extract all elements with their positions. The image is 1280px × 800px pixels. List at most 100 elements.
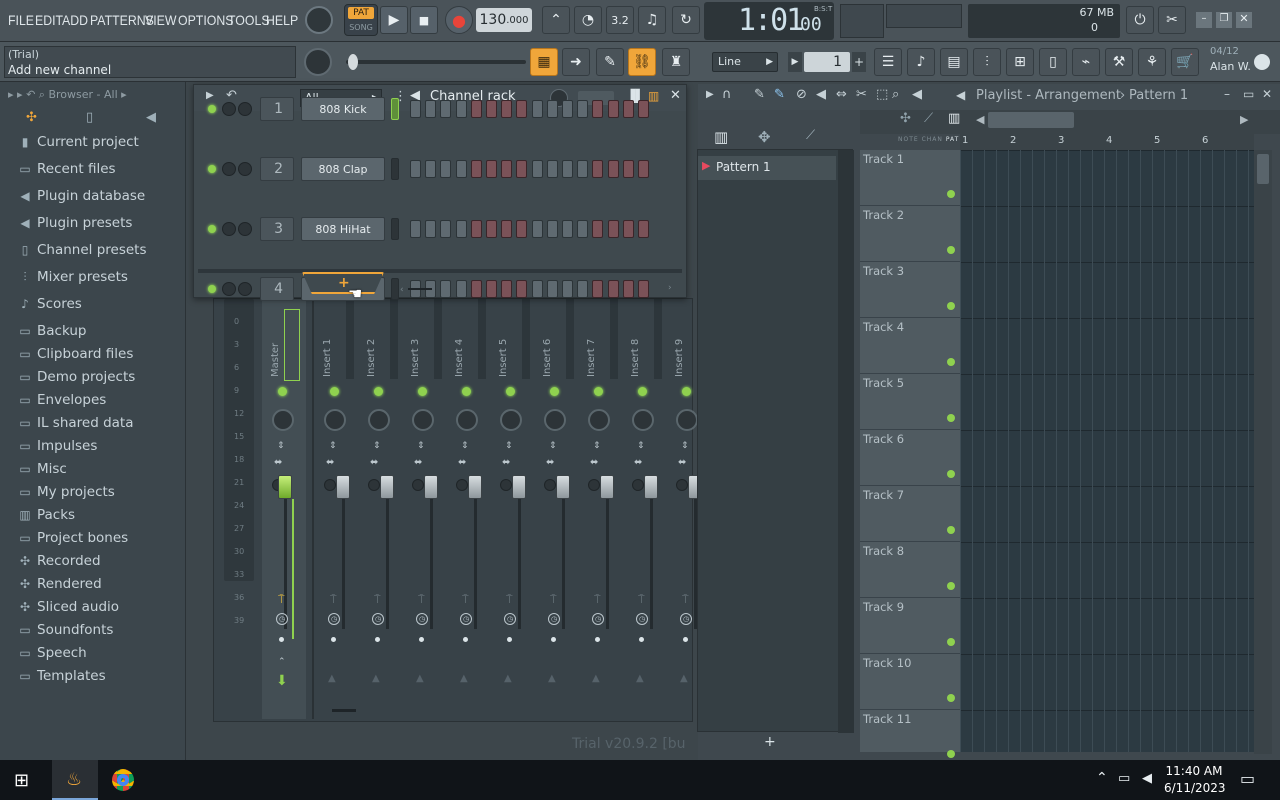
channel-select-indicator[interactable] (391, 158, 399, 180)
strip-pan-knob[interactable] (500, 409, 522, 431)
browser-item[interactable]: ✣ Sliced audio (18, 599, 119, 615)
step-button[interactable] (577, 100, 589, 118)
strip-dot[interactable] (375, 637, 380, 642)
swap-icon[interactable]: ⬌ (458, 457, 466, 468)
browser-item[interactable]: ▭ Misc (18, 461, 67, 477)
browser-item[interactable]: ▮ Current project (18, 134, 139, 150)
menu-options[interactable]: OPTIONS (178, 12, 233, 28)
arrow-down-icon[interactable]: ⬇ (276, 673, 288, 689)
tab-note[interactable]: NOTE (898, 136, 919, 143)
network-icon[interactable]: ▭ (1118, 771, 1130, 786)
channel-name-button[interactable]: 808 HiHat (301, 217, 385, 241)
channel-pan-knob[interactable] (238, 282, 252, 296)
step-button[interactable] (577, 220, 589, 238)
step-button[interactable] (486, 160, 497, 178)
stereo-sep-icon[interactable]: ⇕ (373, 441, 381, 451)
clock-icon[interactable]: ◷ (548, 613, 560, 625)
route-icon[interactable]: ⍑ (330, 593, 337, 607)
route-icon[interactable]: ⍑ (506, 593, 513, 607)
step-button[interactable] (425, 220, 437, 238)
track-header[interactable]: Track 3 (860, 262, 960, 318)
browser-item[interactable]: ✣ Rendered (18, 576, 102, 592)
route-icon[interactable]: ⍑ (462, 593, 469, 607)
track-header[interactable]: Track 4 (860, 318, 960, 374)
step-button[interactable] (638, 160, 649, 178)
countdown-button[interactable]: 3.2 (606, 6, 634, 34)
playlist-v-scrollbar[interactable] (1254, 150, 1272, 754)
channel-number[interactable]: 4 (260, 277, 294, 301)
track-enable-led[interactable] (947, 750, 955, 758)
paint-icon[interactable]: ✎ (774, 87, 785, 102)
step-button[interactable] (638, 280, 649, 298)
stereo-sep-icon[interactable]: ⇕ (549, 441, 557, 451)
channel-mute-led[interactable] (208, 285, 216, 293)
route-icon[interactable]: ⍑ (374, 593, 381, 607)
step-button[interactable] (546, 160, 558, 178)
browser-item[interactable]: ▯ Channel presets (18, 242, 147, 258)
volume-fader[interactable] (468, 475, 482, 499)
menu-add[interactable]: ADD (62, 12, 88, 28)
strip-enable-led[interactable] (682, 387, 691, 396)
strip-enable-led[interactable] (278, 387, 287, 396)
step-button[interactable] (516, 220, 528, 238)
step-button[interactable] (638, 220, 649, 238)
swap-icon[interactable]: ⬌ (634, 457, 642, 468)
browser-item[interactable]: ▭ Backup (18, 323, 86, 339)
back-icon[interactable]: ↶ (26, 88, 35, 101)
browser-item[interactable]: ▭ Impulses (18, 438, 97, 454)
rack-horizontal-scroll[interactable] (408, 288, 432, 290)
track-enable-led[interactable] (947, 582, 955, 590)
snap-forward-button[interactable]: ➜ (562, 48, 590, 76)
close-icon[interactable]: ✕ (1262, 87, 1272, 101)
menu-tools[interactable]: TOOLS (228, 12, 270, 28)
swap-icon[interactable]: ⬌ (502, 457, 510, 468)
volume-fader[interactable] (336, 475, 350, 499)
position-handle[interactable] (348, 54, 358, 70)
strip-dot[interactable] (551, 637, 556, 642)
menu-edit[interactable]: EDIT (35, 12, 63, 28)
triangle-up-icon[interactable]: ▲ (548, 673, 556, 684)
chevron-left-icon[interactable]: ◀ (976, 113, 984, 126)
note-tool-icon[interactable]: ✣ (900, 111, 911, 126)
menu-view[interactable]: VIEW (145, 12, 176, 28)
step-button[interactable] (501, 100, 513, 118)
shop-button[interactable]: 🛒 (1171, 48, 1199, 76)
automation-icon[interactable]: ⟋ (806, 128, 815, 143)
step-button[interactable] (531, 220, 543, 238)
delete-icon[interactable]: ⊘ (796, 87, 807, 102)
strip-pan-knob[interactable] (272, 409, 294, 431)
strip-dot[interactable] (683, 637, 688, 642)
tempo-display[interactable]: 130.000 (476, 8, 532, 32)
audio-wave-icon[interactable]: ✥ (758, 128, 771, 146)
channel-pan-knob[interactable] (238, 222, 252, 236)
step-button[interactable] (425, 160, 437, 178)
clock-icon[interactable]: ◷ (372, 613, 384, 625)
playlist-pattern-crumb[interactable]: Pattern 1 (1129, 88, 1188, 103)
fl-studio-taskbar-button[interactable]: ♨ (52, 760, 98, 800)
strip-pan-knob[interactable] (456, 409, 478, 431)
online-button[interactable]: ⏻ (1126, 6, 1154, 34)
step-button[interactable] (531, 280, 543, 298)
route-icon[interactable]: ⍑ (550, 593, 557, 607)
step-button[interactable] (425, 100, 437, 118)
time-display[interactable]: 1:01 00 B:S:T (704, 2, 834, 40)
channel-mute-led[interactable] (208, 165, 216, 173)
chevron-up-icon[interactable]: ⌃ (278, 657, 286, 667)
stamp-button[interactable]: ♜ (662, 48, 690, 76)
triangle-up-icon[interactable]: ▲ (504, 673, 512, 684)
step-button[interactable] (516, 160, 528, 178)
step-button[interactable] (470, 160, 482, 178)
chevron-left-icon[interactable]: ‹ (400, 285, 404, 295)
strip-pan-knob[interactable] (368, 409, 390, 431)
step-edit-button[interactable]: ♫ (638, 6, 666, 34)
zoom-icon[interactable]: ⌕ (892, 87, 899, 102)
close-icon[interactable]: ✕ (670, 88, 681, 103)
triangle-up-icon[interactable]: ▲ (592, 673, 600, 684)
step-button[interactable] (546, 280, 558, 298)
step-sequencer-icon[interactable]: ▥ (648, 89, 659, 103)
pattern-number-field[interactable]: 1 (804, 52, 850, 72)
swap-icon[interactable]: ⬌ (414, 457, 422, 468)
user-name[interactable]: Alan W. (1210, 60, 1251, 73)
chrome-icon[interactable] (112, 769, 134, 791)
chevron-right-icon[interactable]: ▶ (1240, 113, 1248, 126)
